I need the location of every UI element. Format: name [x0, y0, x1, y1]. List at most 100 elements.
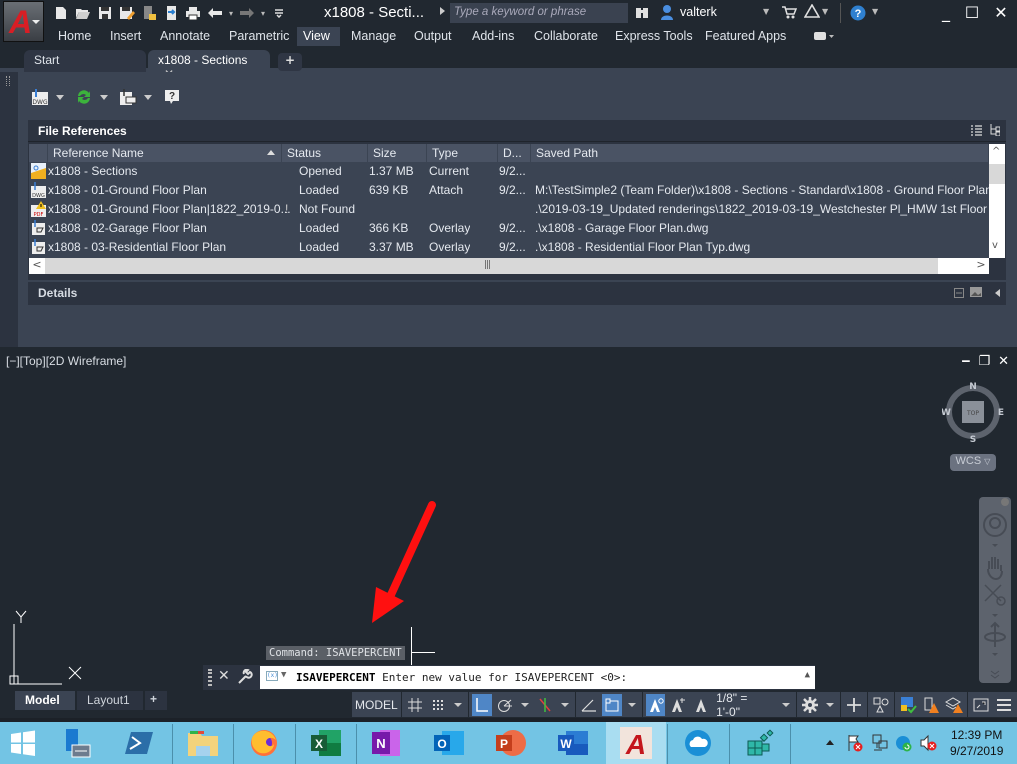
cloud-drive-icon[interactable]: [669, 722, 727, 764]
tab-model[interactable]: Model: [15, 691, 75, 710]
isometric-dropdown-icon[interactable]: [560, 702, 569, 707]
application-menu-button[interactable]: A: [3, 1, 44, 42]
attach-dwg-icon[interactable]: DWG: [30, 87, 50, 107]
help-dropdown-icon[interactable]: ▼: [872, 7, 878, 16]
object-snap-dropdown-icon[interactable]: [627, 702, 636, 707]
viewcube-face[interactable]: TOP: [966, 410, 979, 417]
viewport-controls[interactable]: [−][Top][2D Wireframe]: [6, 354, 126, 368]
tab-collaborate[interactable]: Collaborate: [528, 27, 604, 46]
attach-dropdown-icon[interactable]: [56, 94, 64, 100]
firefox-icon[interactable]: [235, 722, 293, 764]
command-history-expand-icon[interactable]: ▲: [805, 670, 810, 680]
help-icon[interactable]: ?: [850, 5, 866, 21]
system-clock[interactable]: 12:39 PM 9/27/2019: [950, 727, 1003, 759]
customize-navbar-icon[interactable]: [990, 670, 1000, 679]
tab-add-ins[interactable]: Add-ins: [466, 27, 520, 46]
tab-x1808-sections[interactable]: x1808 - Sections ✕: [148, 50, 270, 81]
binoculars-icon[interactable]: [635, 5, 649, 19]
workspace-gear-icon[interactable]: [800, 694, 820, 716]
tab-insert[interactable]: Insert: [104, 27, 147, 46]
viewcube[interactable]: TOP N S E W: [942, 381, 1004, 443]
outlook-icon[interactable]: O: [420, 722, 478, 764]
tree-view-icon[interactable]: [989, 124, 1000, 136]
command-dropdown-icon[interactable]: ▼: [281, 670, 286, 680]
a360-icon[interactable]: [804, 4, 820, 18]
ribbon-minimize-icon[interactable]: [813, 30, 835, 42]
scroll-down-icon[interactable]: v: [992, 240, 998, 251]
annotation-visibility-icon[interactable]: [645, 693, 666, 716]
scale-dropdown-icon[interactable]: [782, 702, 790, 707]
customize-wrench-icon[interactable]: [237, 669, 253, 685]
change-path-icon[interactable]: [118, 87, 138, 107]
maximize-button[interactable]: ☐: [961, 3, 983, 23]
zoom-extents-icon[interactable]: [984, 584, 1006, 606]
zoom-dropdown-icon[interactable]: [992, 614, 998, 617]
orbit-dropdown-icon[interactable]: [992, 653, 998, 656]
save-to-mobile-icon[interactable]: [160, 4, 182, 22]
redo-dropdown-icon[interactable]: ▾: [258, 4, 268, 22]
steering-wheel-icon[interactable]: [983, 513, 1007, 537]
layer-warning-icon[interactable]: [944, 694, 964, 716]
column-header-status[interactable]: Status: [282, 144, 368, 162]
sync-status-icon[interactable]: [895, 734, 913, 752]
properties-icon[interactable]: [954, 288, 964, 298]
object-snap-tracking-icon[interactable]: [579, 694, 599, 716]
new-icon[interactable]: [50, 4, 72, 22]
change-path-dropdown-icon[interactable]: [144, 94, 152, 100]
recent-commands-icon[interactable]: (x): [266, 671, 278, 681]
redo-icon[interactable]: [236, 4, 258, 22]
viewport-restore-icon[interactable]: ❐: [978, 354, 990, 369]
compass-north[interactable]: N: [969, 382, 977, 392]
grid-icon[interactable]: [405, 694, 425, 716]
drawing-canvas[interactable]: [−][Top][2D Wireframe] ‒ ❐ ✕ TOP N S E W…: [0, 347, 1017, 691]
column-header-saved-path[interactable]: Saved Path: [531, 144, 989, 162]
orbit-icon[interactable]: [984, 621, 1006, 647]
table-row[interactable]: x1808 - Sections Opened 1.37 MB Current …: [29, 162, 989, 181]
action-center-flag-icon[interactable]: [846, 734, 864, 752]
tab-parametric[interactable]: Parametric: [223, 27, 295, 46]
undo-dropdown-icon[interactable]: ▾: [226, 4, 236, 22]
tab-featured-apps[interactable]: Featured Apps: [699, 27, 792, 46]
close-command-line-icon[interactable]: ✕: [218, 668, 230, 684]
autocad-taskbar-icon[interactable]: A: [606, 722, 666, 764]
model-space-button[interactable]: MODEL: [352, 692, 401, 717]
tab-home[interactable]: Home: [52, 27, 97, 46]
collapse-icon[interactable]: [995, 289, 1000, 297]
tab-express-tools[interactable]: Express Tools: [609, 27, 699, 46]
annotation-scale-icon[interactable]: [691, 694, 711, 716]
refresh-icon[interactable]: [74, 87, 94, 107]
grip-handle-icon[interactable]: [6, 76, 10, 86]
details-panel[interactable]: Details: [28, 282, 1006, 305]
viewport-minimize-icon[interactable]: ‒: [961, 354, 970, 369]
snap-icon[interactable]: [428, 694, 448, 716]
missing-reference-warning-icon[interactable]: [921, 694, 941, 716]
scroll-right-icon[interactable]: >: [973, 258, 989, 274]
list-view-icon[interactable]: [971, 125, 982, 136]
powerpoint-icon[interactable]: P: [482, 722, 540, 764]
xref-notification-icon[interactable]: [898, 694, 918, 716]
table-row[interactable]: x1808 - 02-Garage Floor Plan Loaded 366 …: [29, 219, 989, 238]
column-header-date[interactable]: D...: [498, 144, 531, 162]
close-button[interactable]: ✕: [990, 3, 1012, 23]
clean-screen-icon[interactable]: [971, 694, 991, 716]
compass-south[interactable]: S: [970, 435, 976, 443]
new-layout-button[interactable]: +: [145, 691, 167, 710]
ortho-icon[interactable]: [471, 693, 492, 716]
table-row[interactable]: DWG x1808 - 01-Ground Floor Plan Loaded …: [29, 181, 989, 200]
command-grip-icon[interactable]: [208, 669, 212, 686]
customization-menu-icon[interactable]: [994, 694, 1014, 716]
new-tab-button[interactable]: +: [278, 53, 302, 71]
tab-output[interactable]: Output: [408, 27, 458, 46]
undo-icon[interactable]: [204, 4, 226, 22]
column-header-type[interactable]: Type: [427, 144, 498, 162]
scroll-left-icon[interactable]: <: [29, 258, 45, 274]
pan-icon[interactable]: [987, 557, 1003, 581]
object-snap-icon[interactable]: [601, 693, 622, 716]
search-input[interactable]: Type a keyword or phrase: [450, 3, 628, 23]
tab-start[interactable]: Start: [24, 50, 146, 72]
snap-dropdown-icon[interactable]: [453, 702, 462, 707]
column-header-size[interactable]: Size: [368, 144, 427, 162]
open-from-mobile-icon[interactable]: [138, 4, 160, 22]
isometric-drafting-icon[interactable]: [535, 694, 555, 716]
scroll-up-icon[interactable]: ^: [992, 146, 1000, 157]
